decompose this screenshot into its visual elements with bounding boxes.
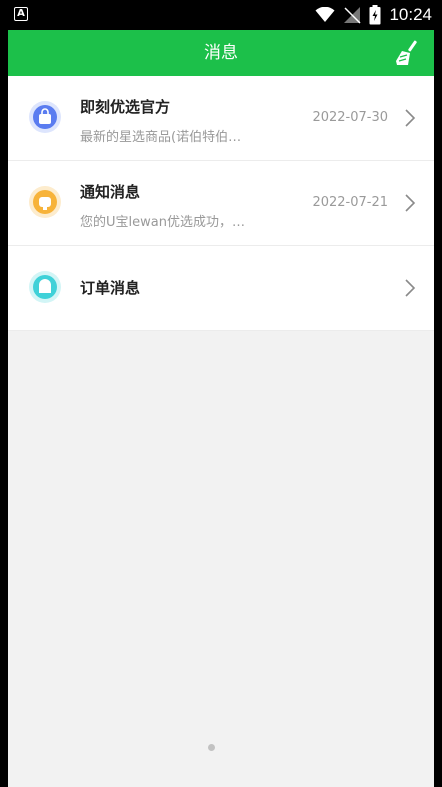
message-preview: 您的U宝lewan优选成功，… [80, 215, 245, 230]
message-list: 即刻优选官方 最新的星选商品(诺伯特伯… 2022-07-30 通知消息 您的U… [8, 76, 434, 331]
clock: 10:24 [389, 5, 432, 24]
chevron-right-icon [405, 109, 416, 127]
chevron-right-icon [405, 279, 416, 297]
order-icon [29, 271, 61, 303]
broom-icon [396, 40, 417, 65]
message-date: 2022-07-30 [312, 110, 388, 125]
signal-icon [344, 7, 361, 24]
app-bar: 消息 [8, 30, 434, 76]
status-bar: A 10:24 [0, 0, 442, 30]
wifi-icon [315, 7, 335, 22]
message-item-official[interactable]: 即刻优选官方 最新的星选商品(诺伯特伯… 2022-07-30 [8, 76, 434, 161]
status-icons: 10:24 [315, 4, 432, 26]
message-date: 2022-07-21 [312, 195, 388, 210]
message-title: 订单消息 [80, 279, 141, 297]
app-screen: 消息 即刻优选官方 最新的星选商品(诺伯特伯… 2022-07-30 通知消息 … [8, 30, 434, 787]
notification-icon [29, 186, 61, 218]
clear-messages-button[interactable] [394, 39, 422, 67]
battery-charging-icon [369, 5, 381, 25]
chevron-right-icon [405, 194, 416, 212]
message-title: 通知消息 [80, 183, 141, 201]
message-item-orders[interactable]: 订单消息 [8, 246, 434, 331]
shopping-bag-icon [29, 101, 61, 133]
notification-a-icon: A [14, 7, 28, 21]
message-item-notification[interactable]: 通知消息 您的U宝lewan优选成功，… 2022-07-21 [8, 161, 434, 246]
message-preview: 最新的星选商品(诺伯特伯… [80, 130, 242, 145]
page-indicator-dot [208, 744, 215, 751]
message-title: 即刻优选官方 [80, 98, 171, 116]
page-title: 消息 [204, 43, 238, 63]
